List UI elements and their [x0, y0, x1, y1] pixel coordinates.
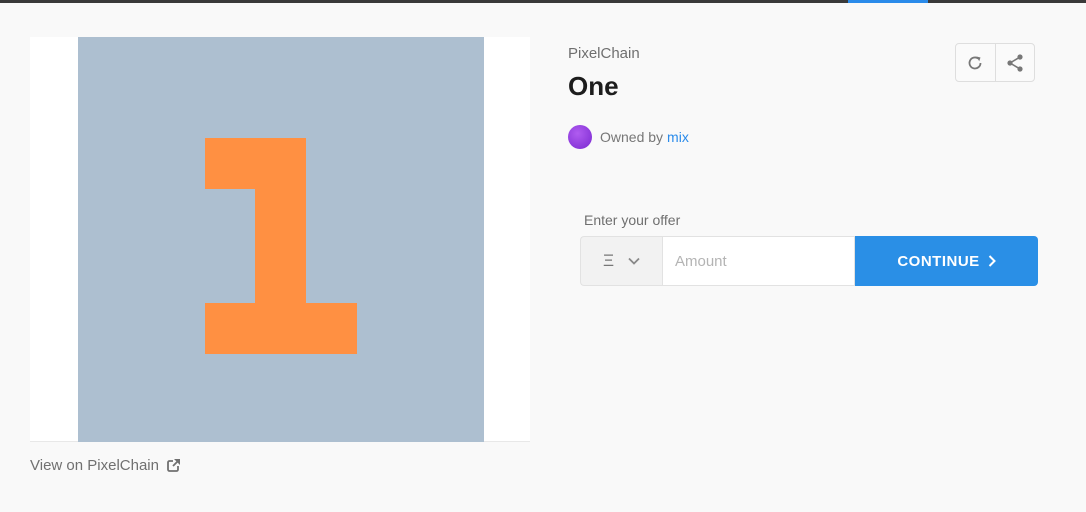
- refresh-icon: [968, 56, 982, 69]
- offer-label: Enter your offer: [584, 212, 681, 228]
- asset-title: One: [568, 71, 619, 101]
- chevron-right-icon: [988, 255, 996, 267]
- pixel-digit-one-icon: [205, 138, 357, 354]
- owner-info: Owned by mix: [568, 125, 689, 149]
- asset-artwork: [78, 37, 484, 442]
- continue-button[interactable]: CONTINUE: [855, 236, 1038, 286]
- chevron-down-icon: [628, 257, 640, 265]
- asset-image-card[interactable]: [30, 37, 530, 442]
- refresh-button[interactable]: [956, 44, 995, 81]
- external-link-icon: [167, 458, 181, 472]
- owner-link[interactable]: mix: [667, 129, 689, 145]
- active-tab-indicator: [848, 0, 928, 3]
- currency-select[interactable]: Ξ: [580, 236, 662, 286]
- collection-name[interactable]: PixelChain: [568, 45, 640, 62]
- share-icon: [1007, 53, 1023, 72]
- view-link-label: View on PixelChain: [30, 456, 159, 474]
- amount-input[interactable]: [662, 236, 855, 286]
- currency-symbol: Ξ: [602, 251, 615, 270]
- avatar[interactable]: [568, 125, 592, 149]
- view-on-pixelchain-link[interactable]: View on PixelChain: [30, 455, 181, 475]
- offer-form: Ξ CONTINUE: [580, 236, 1038, 286]
- owner-prefix: Owned by: [600, 129, 664, 145]
- continue-label: CONTINUE: [897, 252, 980, 270]
- asset-action-group: [955, 43, 1035, 82]
- share-button[interactable]: [994, 44, 1035, 81]
